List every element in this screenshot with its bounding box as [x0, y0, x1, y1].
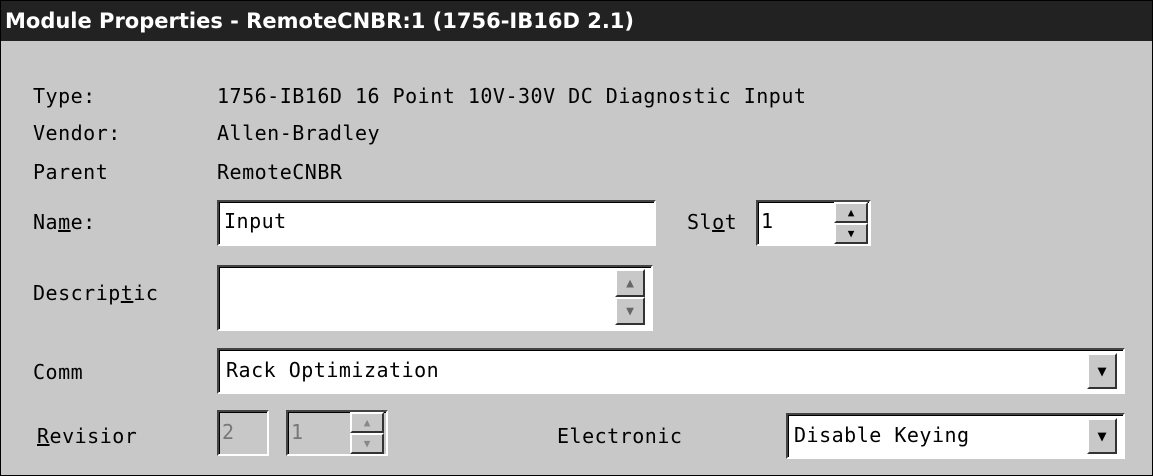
- module-properties-dialog: Module Properties - RemoteCNBR:1 (1756-I…: [0, 0, 1153, 476]
- slot-spinner[interactable]: ▲ ▼: [834, 202, 868, 244]
- spin-down-icon[interactable]: ▼: [834, 223, 868, 244]
- electronic-keying-dropdown[interactable]: Disable Keying: [786, 413, 1125, 459]
- name-label-text-end: e:: [70, 210, 96, 234]
- description-label-text-end: ic: [133, 281, 159, 305]
- comm-format-dropdown[interactable]: Rack Optimization: [217, 348, 1125, 394]
- spin-up-icon[interactable]: ▲: [834, 202, 868, 223]
- type-value: 1756-IB16D 16 Point 10V-30V DC Diagnosti…: [217, 84, 807, 108]
- name-field[interactable]: Input: [217, 200, 656, 246]
- spin-down-icon: ▼: [350, 433, 384, 454]
- scroll-up-icon[interactable]: ▲: [615, 269, 645, 297]
- slot-label-mnemonic: o: [712, 210, 725, 234]
- description-field[interactable]: [217, 265, 653, 331]
- parent-value: RemoteCNBR: [217, 160, 343, 184]
- chevron-down-icon[interactable]: ▼: [1087, 353, 1117, 389]
- name-label: Name:: [33, 210, 96, 234]
- window-title: Module Properties - RemoteCNBR:1 (1756-I…: [5, 9, 635, 33]
- name-label-mnemonic: m: [58, 210, 71, 234]
- vendor-value: Allen-Bradley: [217, 121, 381, 145]
- slot-label-text-end: t: [724, 210, 738, 234]
- parent-label: Parent: [33, 160, 109, 184]
- name-label-text: Na: [33, 210, 59, 234]
- title-bar[interactable]: Module Properties - RemoteCNBR:1 (1756-I…: [1, 1, 1152, 41]
- name-field-value: Input: [224, 209, 287, 233]
- comm-format-value: Rack Optimization: [226, 358, 440, 382]
- vendor-label: Vendor:: [33, 121, 121, 145]
- revision-label: Revisior: [37, 424, 143, 448]
- slot-label-text: Sl: [687, 210, 713, 234]
- scroll-down-icon[interactable]: ▼: [615, 297, 645, 325]
- description-label-text: Descrip: [33, 281, 121, 305]
- revision-major-field: 2: [217, 410, 269, 456]
- slot-field-value: 1: [761, 209, 774, 233]
- description-label-mnemonic: t: [120, 281, 134, 305]
- revision-minor-value: 1: [291, 420, 304, 444]
- type-label: Type:: [33, 84, 96, 108]
- spin-up-icon: ▲: [350, 412, 384, 433]
- electronic-keying-value: Disable Keying: [794, 423, 970, 447]
- slot-label: Slot: [687, 210, 737, 234]
- description-label: Descriptic: [33, 281, 171, 305]
- revision-label-text: evisior: [49, 424, 138, 448]
- revision-spinner: ▲ ▼: [350, 412, 384, 454]
- comm-label: Comm: [33, 360, 84, 384]
- revision-label-mnemonic: R: [37, 424, 50, 448]
- chevron-down-icon[interactable]: ▼: [1087, 418, 1117, 454]
- revision-major-value: 2: [222, 420, 235, 444]
- electronic-keying-label: Electronic: [557, 424, 683, 448]
